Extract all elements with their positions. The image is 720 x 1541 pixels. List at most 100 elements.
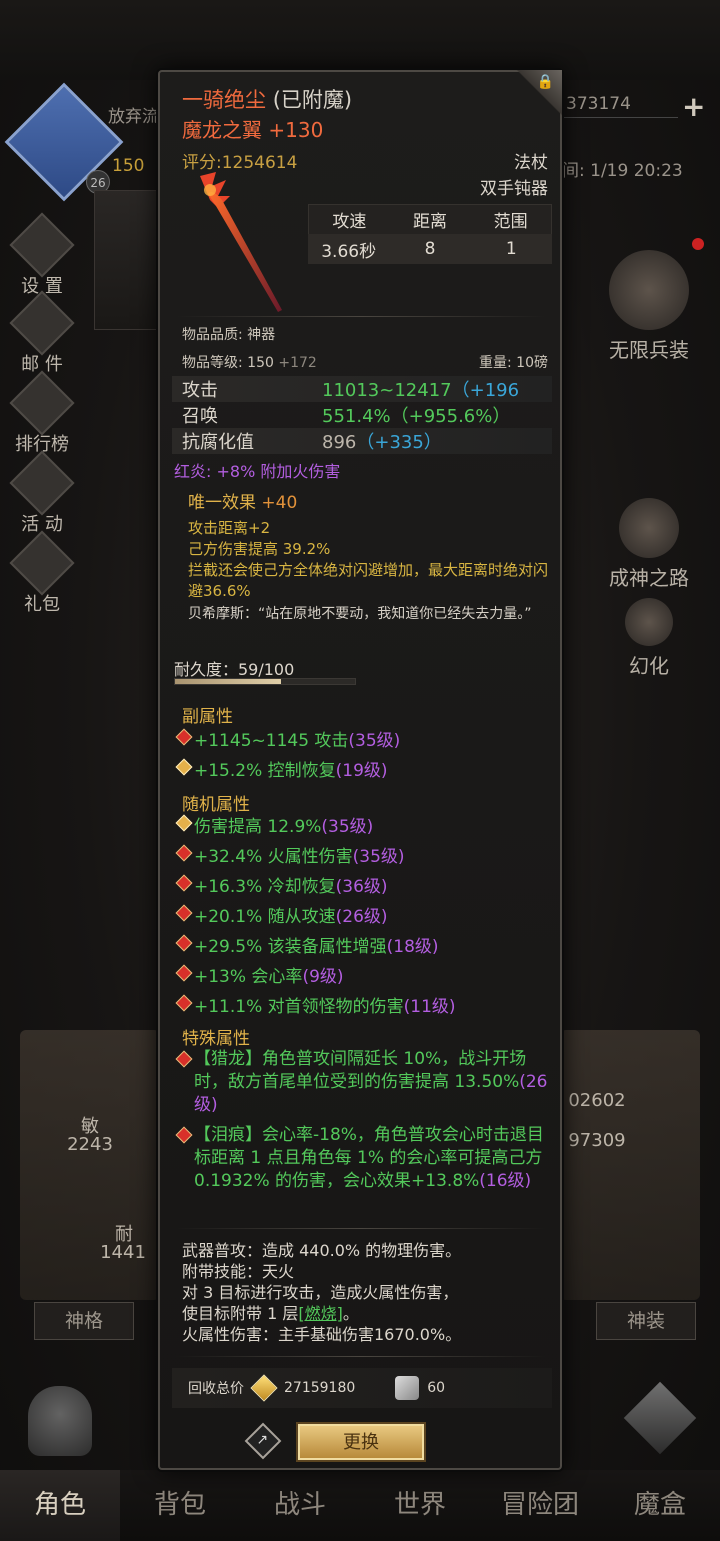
- stat-key: 抗腐化值: [182, 432, 254, 453]
- right-item-label: 无限兵装: [609, 338, 689, 362]
- sword-emblem-icon: [609, 250, 689, 330]
- special-attributes-title: 特殊属性: [182, 1029, 250, 1049]
- recycle-value-row: 回收总价 27159180 60: [172, 1368, 552, 1408]
- red-gem-icon: [176, 1127, 192, 1143]
- recycle-gold-value: 27159180: [284, 1380, 356, 1396]
- unique-effect-title: 唯一效果 +40: [188, 493, 298, 513]
- stat-value: 11013~12417（+196: [322, 380, 520, 401]
- divinity-button[interactable]: 神格: [34, 1302, 134, 1340]
- red-gem-icon: [176, 965, 192, 981]
- item-name: 一骑绝尘: [182, 88, 266, 112]
- value-attack-speed: 3.66秒: [321, 241, 377, 262]
- item-level: 物品等级: 150 +172: [182, 352, 317, 372]
- notification-dot: [692, 238, 704, 250]
- guild-banner[interactable]: [94, 190, 166, 330]
- red-gem-icon: [176, 729, 192, 745]
- unique-line: 拦截还会使己方全体绝对闪避增加，最大距离时绝对闪避36.6%: [188, 561, 549, 600]
- staff-weapon-icon: [200, 172, 282, 312]
- stat-key: 召唤: [182, 406, 218, 427]
- menu-mail[interactable]: 邮 件: [6, 290, 78, 376]
- gift-icon: [9, 530, 75, 596]
- stat-value: 896（+335）: [322, 432, 442, 453]
- stat-value-right-1: 02602: [568, 1090, 626, 1111]
- ranking-icon: [9, 370, 75, 436]
- resource-counter: 373174: [558, 94, 678, 118]
- lock-icon: 🔒: [536, 74, 554, 90]
- gold-crystal-icon: [250, 1374, 278, 1402]
- transmog-button[interactable]: 幻化: [584, 598, 714, 679]
- stat-value-right-2: 97309: [568, 1130, 626, 1151]
- red-flame-effect: 红炎: +8% 附加火伤害: [174, 462, 341, 481]
- durability-fill: [175, 679, 282, 684]
- sub-attributes-title: 副属性: [182, 707, 233, 727]
- main-stat-corruption-resist: 抗腐化值 896（+335）: [172, 428, 552, 454]
- main-stat-summon: 召唤 551.4%（+955.6%）: [172, 402, 552, 428]
- divider: [176, 1228, 546, 1229]
- gold-gem-icon: [176, 759, 192, 775]
- red-gem-icon: [176, 845, 192, 861]
- add-resource-icon[interactable]: +: [682, 90, 705, 123]
- divine-gear-button[interactable]: 神装: [596, 1302, 696, 1340]
- lock-corner[interactable]: 🔒: [516, 70, 562, 116]
- random-attr-row: +32.4% 火属性伤害 (35级): [176, 842, 554, 867]
- gold-gem-icon: [176, 815, 192, 831]
- mask-icon: [625, 598, 673, 646]
- stat-value: 551.4%（+955.6%）: [322, 406, 511, 427]
- red-gem-icon: [176, 935, 192, 951]
- swap-button[interactable]: 更换: [298, 1424, 424, 1460]
- tab-battle[interactable]: 战斗: [240, 1470, 360, 1541]
- endurance-value: 1441: [100, 1242, 146, 1263]
- path-to-god-button[interactable]: 成神之路: [584, 498, 714, 591]
- weapon-type: 法杖: [514, 153, 548, 173]
- divider: [176, 1356, 546, 1357]
- divider: [176, 316, 546, 317]
- red-gem-icon: [176, 1051, 192, 1067]
- sub-attr-row: +1145~1145 攻击 (35级): [176, 726, 554, 751]
- share-icon: ↗: [256, 1432, 269, 1449]
- menu-events[interactable]: 活 动: [6, 450, 78, 536]
- item-level-bonus: +172: [278, 355, 317, 371]
- agility-value: 2243: [67, 1134, 113, 1155]
- recycle-label: 回收总价: [188, 1381, 244, 1397]
- bottom-navigation: 角色 背包 战斗 世界 冒险团 魔盒: [0, 1470, 720, 1541]
- item-enchant: 魔龙之翼 +130: [182, 118, 324, 142]
- weapon-stat-table: 攻速 距离 范围 3.66秒 8 1: [308, 204, 552, 264]
- random-attr-row: +11.1% 对首领怪物的伤害 (11级): [176, 992, 554, 1017]
- event-icon: [9, 450, 75, 516]
- random-attr-row: +13% 会心率 (9级): [176, 962, 554, 987]
- share-button[interactable]: ↗: [244, 1422, 282, 1460]
- weapon-subtype: 双手钝器: [480, 179, 548, 199]
- header-range: 距离: [413, 212, 447, 232]
- event-time-text: 间: 1/19 20:23: [562, 161, 683, 181]
- red-gem-icon: [176, 995, 192, 1011]
- tab-world[interactable]: 世界: [360, 1470, 480, 1541]
- tab-adventure-group[interactable]: 冒险团: [480, 1470, 600, 1541]
- menu-gift[interactable]: 礼包: [6, 530, 78, 616]
- item-enchanted-tag: (已附魔): [272, 88, 353, 112]
- helmet-emblem-icon: [619, 498, 679, 558]
- header-attack-speed: 攻速: [332, 212, 367, 232]
- weapon-skill-description: 武器普攻：造成 440.0% 的物理伤害。 附带技能：天火 对 3 目标进行攻击…: [182, 1241, 462, 1344]
- envelope-icon: [9, 290, 75, 356]
- right-item-label: 幻化: [629, 654, 669, 678]
- infinite-gear-button[interactable]: 无限兵装: [584, 250, 714, 363]
- item-lore-quote: 贝希摩斯：“站在原地不要动，我知道你已经失去力量。”: [188, 606, 532, 622]
- burn-status-link[interactable]: [燃烧]: [298, 1304, 343, 1323]
- unique-line: 己方伤害提高 39.2%: [188, 540, 331, 558]
- header-area: 范围: [493, 212, 528, 232]
- tab-magic-box[interactable]: 魔盒: [600, 1470, 720, 1541]
- value-range: 8: [424, 239, 436, 259]
- character-helmet-icon[interactable]: [28, 1386, 92, 1456]
- stat-key: 攻击: [182, 380, 218, 401]
- gear-icon: [9, 212, 75, 278]
- player-gold-text: 150: [112, 156, 145, 176]
- item-quality: 物品品质: 神器: [182, 327, 276, 343]
- random-attr-row: 伤害提高 12.9% (35级): [176, 812, 554, 837]
- red-gem-icon: [176, 875, 192, 891]
- menu-settings[interactable]: 设 置: [6, 212, 78, 298]
- tab-character[interactable]: 角色: [0, 1470, 120, 1541]
- top-bar: [0, 0, 720, 80]
- menu-ranking[interactable]: 排行榜: [6, 370, 78, 456]
- special-attr-row: 【泪痕】会心率-18%，角色普攻会心时击退目标距离 1 点且角色每 1% 的会心…: [176, 1124, 554, 1193]
- tab-backpack[interactable]: 背包: [120, 1470, 240, 1541]
